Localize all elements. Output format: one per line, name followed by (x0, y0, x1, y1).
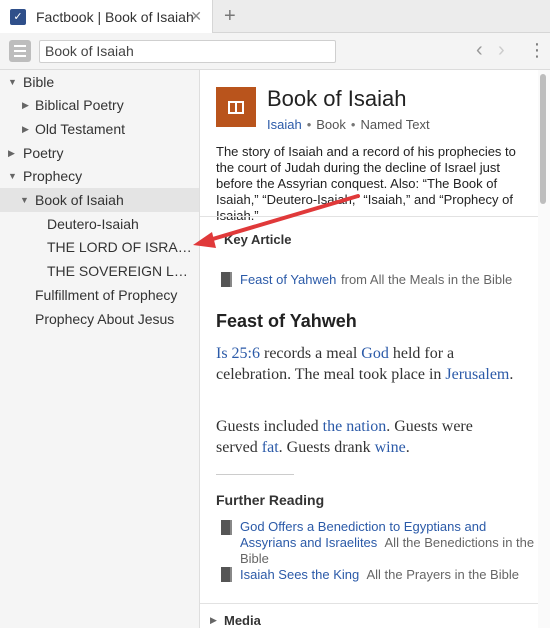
toolbar: Book of Isaiah ‹ › ⋮ (0, 33, 550, 70)
wine-link[interactable]: wine (375, 439, 406, 456)
tab-title: Factbook | Book of Isaiah (36, 8, 194, 25)
entry-meta: Isaiah • Book • Named Text (267, 117, 430, 132)
sidebar-item-label: Poetry (23, 145, 64, 161)
factbook-content: Book of Isaiah Isaiah • Book • Named Text Th… (200, 70, 538, 628)
expanded-caret-icon[interactable]: ▼ (8, 164, 17, 188)
further-reading-link[interactable]: Isaiah Sees the King (240, 567, 359, 582)
sidebar-item-deutero-isaiah[interactable]: Deutero-Isaiah (0, 212, 199, 236)
book-icon (216, 87, 256, 127)
text: . (405, 439, 410, 456)
sidebar-item-label: THE LORD OF ISRAEL A… (47, 239, 195, 255)
tab-bar: ✓ Factbook | Book of Isaiah ✕ + (0, 0, 550, 33)
nation-link[interactable]: the nation (323, 418, 387, 435)
media-heading[interactable]: Media (224, 613, 261, 628)
meta-type: Book (316, 117, 346, 132)
menu-icon[interactable] (9, 40, 31, 62)
sidebar-tree: ▼ Bible ▶ Biblical Poetry ▶ Old Testamen… (0, 70, 200, 628)
sidebar-item-lord-of-israel[interactable]: THE LORD OF ISRAEL A… (0, 235, 199, 259)
sidebar-item-label: Book of Isaiah (35, 192, 124, 208)
page-title: Book of Isaiah (267, 86, 407, 111)
collapsed-caret-icon[interactable]: ▶ (8, 141, 15, 165)
sidebar-item-label: Deutero-Isaiah (47, 216, 139, 232)
book-icon (221, 567, 232, 582)
divider (216, 474, 294, 475)
sidebar-item-label: Bible (23, 74, 55, 90)
sidebar-item-label: Biblical Poetry (35, 97, 124, 113)
further-reading-source: All the Prayers in the Bible (366, 567, 519, 582)
search-input[interactable]: Book of Isaiah (39, 40, 336, 63)
meta-separator: • (350, 117, 356, 132)
meta-separator: • (306, 117, 312, 132)
sidebar-item-label: THE SOVEREIGN LORD … (47, 263, 195, 279)
text: Guests included (216, 418, 323, 435)
sidebar-item-old-testament[interactable]: ▶ Old Testament (0, 117, 199, 141)
text: . (509, 366, 514, 383)
article-title: Feast of Yahweh (216, 311, 357, 331)
back-icon[interactable]: ‹ (476, 39, 483, 62)
further-reading-item: Isaiah Sees the King All the Prayers in … (240, 567, 536, 583)
divider (200, 216, 538, 217)
sidebar-item-label: Old Testament (35, 121, 126, 137)
close-icon[interactable]: ✕ (190, 8, 202, 25)
meta-kind: Named Text (360, 117, 430, 132)
sidebar-item-sovereign-lord[interactable]: THE SOVEREIGN LORD … (0, 259, 199, 283)
sidebar-item-label: Prophecy About Jesus (35, 311, 175, 327)
sidebar-item-poetry[interactable]: ▶ Poetry (0, 141, 199, 165)
further-reading-heading: Further Reading (216, 492, 325, 508)
article-paragraph: Is 25:6 records a meal God held for a ce… (216, 343, 516, 385)
article-paragraph: Guests included the nation. Guests were … (216, 416, 516, 458)
key-article-link[interactable]: Feast of Yahweh (240, 272, 336, 287)
sidebar-item-fulfillment-of-prophecy[interactable]: Fulfillment of Prophecy (0, 283, 199, 307)
sidebar-item-prophecy[interactable]: ▼ Prophecy (0, 164, 199, 188)
jerusalem-link[interactable]: Jerusalem (445, 366, 509, 383)
add-tab-icon[interactable]: + (224, 5, 236, 28)
tab-factbook[interactable]: ✓ Factbook | Book of Isaiah ✕ (0, 0, 213, 33)
fat-link[interactable]: fat (262, 439, 279, 456)
collapsed-caret-icon[interactable]: ▶ (210, 615, 217, 626)
entry-summary: The story of Isaiah and a record of his … (216, 144, 516, 223)
sidebar-item-biblical-poetry[interactable]: ▶ Biblical Poetry (0, 93, 199, 117)
scrollbar-thumb[interactable] (540, 74, 546, 204)
divider (200, 603, 538, 604)
book-icon (221, 272, 232, 287)
collapsed-caret-icon[interactable]: ▶ (22, 93, 29, 117)
sidebar-item-bible[interactable]: ▼ Bible (0, 70, 199, 94)
sidebar-item-book-of-isaiah[interactable]: ▼ Book of Isaiah (0, 188, 199, 212)
collapsed-caret-icon[interactable]: ▶ (22, 117, 29, 141)
book-icon (221, 520, 232, 535)
god-link[interactable]: God (361, 345, 389, 362)
expanded-caret-icon[interactable]: ▼ (20, 188, 29, 212)
text: . Guests drank (278, 439, 375, 456)
scripture-link[interactable]: Is 25:6 (216, 345, 260, 362)
text: records a meal (260, 345, 362, 362)
further-reading-item: God Offers a Benediction to Egyptians an… (240, 519, 536, 567)
isaiah-link[interactable]: Isaiah (267, 117, 302, 132)
sidebar-item-prophecy-about-jesus[interactable]: Prophecy About Jesus (0, 307, 199, 331)
sidebar-item-label: Prophecy (23, 168, 83, 184)
more-options-icon[interactable]: ⋮ (528, 39, 546, 61)
sidebar-item-label: Fulfillment of Prophecy (35, 287, 178, 303)
key-article-heading[interactable]: Key Article (224, 232, 291, 247)
key-article-source: from All the Meals in the Bible (341, 272, 513, 287)
expanded-caret-icon[interactable]: ▼ (8, 70, 17, 94)
forward-icon[interactable]: › (498, 39, 505, 62)
factbook-icon: ✓ (10, 8, 26, 25)
